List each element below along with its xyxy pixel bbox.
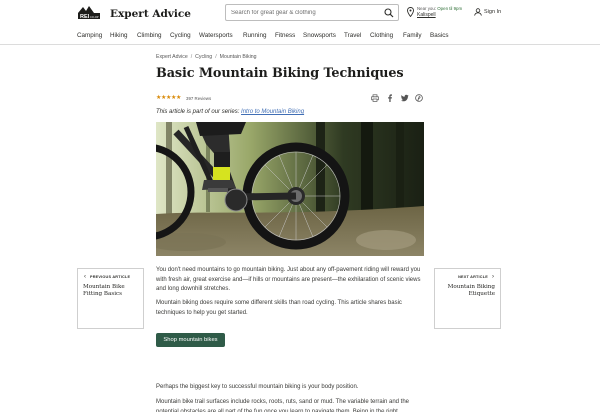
site-brand[interactable]: Expert Advice xyxy=(110,8,191,20)
shop-mountain-bikes-button[interactable]: Shop mountain bikes xyxy=(156,333,225,347)
article-paragraph-2: Mountain biking does require some differ… xyxy=(156,300,402,316)
breadcrumb-mountain-biking[interactable]: Mountain Biking xyxy=(220,54,257,60)
previous-article-kicker: PREVIOUS ARTICLE xyxy=(90,275,131,279)
chevron-right-icon: › xyxy=(492,274,494,280)
nav-item-family[interactable]: Family xyxy=(403,32,422,39)
star-rating[interactable]: ★★★★★ xyxy=(156,95,181,101)
next-article-title: Mountain Biking Etiquette xyxy=(447,284,495,297)
nav-item-climbing[interactable]: Climbing xyxy=(137,32,162,39)
site-header: REI CO-OP Expert Advice Near you: Open t… xyxy=(0,0,600,28)
nav-item-basics[interactable]: Basics xyxy=(430,32,449,39)
breadcrumb: Expert Advice / Cycling / Mountain Biking xyxy=(156,54,257,60)
article-paragraph-4: Mountain bike trail surfaces include roc… xyxy=(156,399,410,412)
series-note: This article is part of our series: Intr… xyxy=(156,109,304,115)
store-open-hours: Open til 9pm xyxy=(437,6,463,11)
location-pin-icon xyxy=(407,7,414,17)
store-status: Near you: Open til 9pm xyxy=(417,6,462,11)
sign-in-link[interactable]: Sign In xyxy=(484,9,501,15)
previous-article-title: Mountain Bike Fitting Basics xyxy=(83,284,125,297)
series-link[interactable]: Intro to Mountain Biking xyxy=(241,109,304,115)
page-title: Basic Mountain Biking Techniques xyxy=(156,66,404,81)
store-name-link[interactable]: Kalispell xyxy=(417,12,436,18)
store-near-label: Near you: xyxy=(417,6,438,11)
nav-item-hiking[interactable]: Hiking xyxy=(110,32,128,39)
article-paragraph-1: You don't need mountains to go mountain … xyxy=(156,267,421,293)
search-icon[interactable] xyxy=(384,8,394,18)
svg-text:REI: REI xyxy=(80,14,90,20)
next-article-card[interactable]: NEXT ARTICLE › Mountain Biking Etiquette xyxy=(434,268,501,329)
previous-article-card[interactable]: ‹ PREVIOUS ARTICLE Mountain Bike Fitting… xyxy=(77,268,144,329)
review-count-link[interactable]: 397 Reviews xyxy=(186,96,211,101)
nav-item-fitness[interactable]: Fitness xyxy=(275,32,295,39)
search-input[interactable] xyxy=(226,5,376,20)
nav-item-running[interactable]: Running xyxy=(243,32,266,39)
facebook-icon[interactable] xyxy=(386,94,394,102)
user-icon[interactable] xyxy=(474,8,482,16)
pinterest-icon[interactable] xyxy=(415,94,423,102)
next-article-kicker: NEXT ARTICLE xyxy=(458,275,488,279)
article-paragraph-3: Perhaps the biggest key to successful mo… xyxy=(156,384,359,390)
hero-image xyxy=(156,122,424,256)
nav-item-travel[interactable]: Travel xyxy=(344,32,361,39)
chevron-left-icon: ‹ xyxy=(84,274,86,280)
twitter-icon[interactable] xyxy=(401,94,409,102)
nav-item-snowsports[interactable]: Snowsports xyxy=(303,32,336,39)
svg-text:CO-OP: CO-OP xyxy=(90,15,99,19)
nav-item-watersports[interactable]: Watersports xyxy=(199,32,233,39)
category-nav: Camping Hiking Climbing Cycling Waterspo… xyxy=(0,28,600,45)
nav-item-camping[interactable]: Camping xyxy=(77,32,102,39)
rei-logo-icon[interactable]: REI CO-OP xyxy=(77,5,105,22)
nav-item-clothing[interactable]: Clothing xyxy=(370,32,393,39)
nav-item-cycling[interactable]: Cycling xyxy=(170,32,191,39)
search-box xyxy=(225,4,399,21)
print-icon[interactable] xyxy=(371,94,379,102)
series-label: This article is part of our series: xyxy=(156,109,242,115)
breadcrumb-expert-advice[interactable]: Expert Advice xyxy=(156,54,188,60)
breadcrumb-cycling[interactable]: Cycling xyxy=(195,54,212,60)
